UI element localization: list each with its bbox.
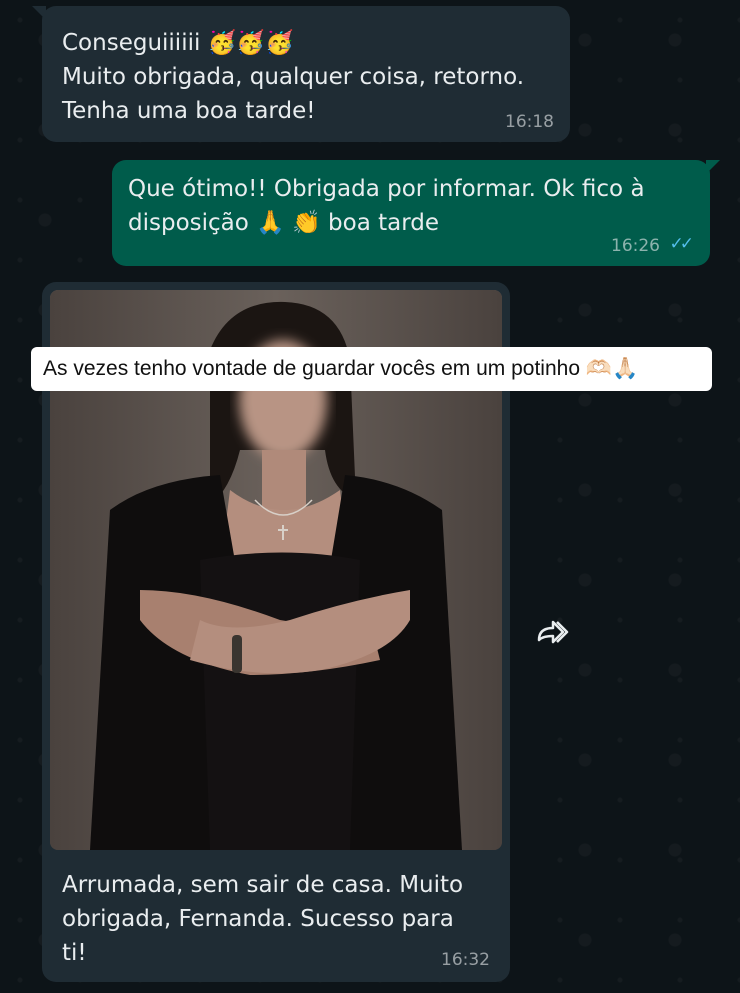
image-caption: Arrumada, sem sair de casa. Muito obriga… — [62, 868, 502, 970]
message-bubble-incoming[interactable]: Conseguiiiiii 🥳🥳🥳 Muito obrigada, qualqu… — [32, 6, 570, 142]
message-time: 16:26 — [611, 236, 660, 256]
message-text: Que ótimo!! Obrigada por informar. Ok fi… — [128, 172, 698, 240]
message-bubble-outgoing[interactable]: Que ótimo!! Obrigada por informar. Ok fi… — [112, 160, 720, 266]
message-line: Que ótimo!! Obrigada por informar. Ok fi… — [128, 176, 645, 202]
message-time: 16:18 — [505, 112, 554, 132]
message-text: Conseguiiiiii 🥳🥳🥳 Muito obrigada, qualqu… — [62, 26, 562, 128]
caption-line: Arrumada, sem sair de casa. Muito — [62, 872, 464, 898]
bubble-tail — [32, 6, 46, 20]
message-line: Tenha uma boa tarde! — [62, 98, 316, 124]
message-line: Conseguiiiiii 🥳🥳🥳 — [62, 30, 294, 56]
message-line: disposição 🙏 👏 boa tarde — [128, 210, 440, 236]
caption-line: obrigada, Fernanda. Sucesso para — [62, 906, 454, 932]
forward-icon-glyph — [537, 620, 569, 644]
forward-icon[interactable] — [533, 612, 573, 652]
bubble-tail — [706, 160, 720, 174]
message-time: 16:32 — [441, 950, 490, 970]
message-line: Muito obrigada, qualquer coisa, retorno. — [62, 64, 525, 90]
overlay-text: As vezes tenho vontade de guardar vocês … — [43, 357, 639, 380]
story-caption-overlay: As vezes tenho vontade de guardar vocês … — [31, 347, 712, 391]
double-check-icon: ✓✓ — [669, 234, 694, 254]
caption-line: ti! — [62, 940, 87, 966]
